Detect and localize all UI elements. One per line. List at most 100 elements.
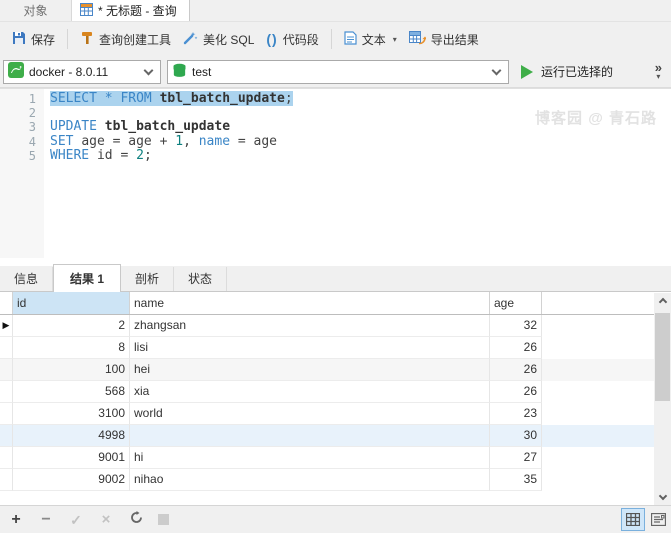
database-name: test <box>192 64 212 79</box>
save-icon <box>12 31 26 48</box>
sql-token: name <box>198 133 231 149</box>
query-builder-label: 查询创建工具 <box>99 32 172 47</box>
snippet-button[interactable]: () 代码段 <box>260 27 324 52</box>
line-number: 2 <box>28 106 36 121</box>
export-result-button[interactable]: 导出结果 <box>403 26 485 52</box>
scroll-down-icon[interactable] <box>654 490 671 505</box>
beautify-sql-label: 美化 SQL <box>203 32 255 47</box>
table-row[interactable]: 3100 world 23 <box>0 403 671 425</box>
cell-name[interactable]: hei <box>130 359 490 381</box>
tab-result-1-label: 结果 1 <box>70 272 105 286</box>
toolbar-overflow-button[interactable]: » ▾ <box>655 61 662 81</box>
cell-name[interactable]: nihao <box>130 469 490 491</box>
cell-id[interactable]: 100 <box>13 359 130 381</box>
cell-id[interactable]: 4998 <box>13 425 130 447</box>
scroll-up-icon[interactable] <box>654 293 671 308</box>
tab-profile[interactable]: 剖析 <box>121 267 175 291</box>
cell-name[interactable] <box>130 425 490 447</box>
chevron-down-icon <box>491 65 502 75</box>
table-row[interactable]: 4998 30 <box>0 425 671 447</box>
sql-token: SET <box>50 133 82 149</box>
play-icon <box>521 64 533 79</box>
cell-id[interactable]: 3100 <box>13 403 130 425</box>
cell-id[interactable]: 2 <box>13 315 130 337</box>
sql-token: WHERE <box>50 147 97 163</box>
cell-id[interactable]: 9002 <box>13 469 130 491</box>
table-row[interactable]: 9002 nihao 35 <box>0 469 671 491</box>
connection-bar: docker - 8.0.11 test 运行已选择的 » ▾ <box>0 56 671 88</box>
row-selector[interactable] <box>0 381 13 403</box>
sql-token: ; <box>284 91 293 106</box>
refresh-button[interactable] <box>128 511 144 526</box>
database-select[interactable]: test <box>167 59 509 84</box>
code-line[interactable]: WHERE id = 2; <box>50 147 671 163</box>
result-rows: ▶ 2 zhangsan 32 8 lisi 26 100 hei 26 568 xia 26 3100 w… <box>0 315 671 491</box>
vertical-scrollbar[interactable] <box>654 293 671 505</box>
cell-age[interactable]: 32 <box>490 315 542 337</box>
cell-age[interactable]: 26 <box>490 381 542 403</box>
cell-age[interactable]: 35 <box>490 469 542 491</box>
tab-info[interactable]: 信息 <box>0 267 54 291</box>
column-header-age[interactable]: age <box>490 292 542 314</box>
grid-view-button[interactable] <box>621 508 645 531</box>
tab-info-label: 信息 <box>14 272 39 286</box>
line-number: 1 <box>28 92 36 106</box>
table-row[interactable]: ▶ 2 zhangsan 32 <box>0 315 671 337</box>
tab-status[interactable]: 状态 <box>174 267 228 291</box>
cell-name[interactable]: world <box>130 403 490 425</box>
save-button[interactable]: 保存 <box>6 27 61 52</box>
sql-editor[interactable]: 12345 SELECT * FROM tbl_batch_update; UPD… <box>0 88 671 258</box>
cell-age[interactable]: 27 <box>490 447 542 469</box>
cell-age[interactable]: 26 <box>490 359 542 381</box>
apply-changes-button[interactable]: ✓ <box>68 513 84 527</box>
add-record-button[interactable]: + <box>8 511 24 527</box>
scrollbar-thumb[interactable] <box>655 313 670 401</box>
row-selector[interactable] <box>0 469 13 491</box>
row-selector[interactable] <box>0 425 13 447</box>
cell-id[interactable]: 568 <box>13 381 130 403</box>
toolbar-separator <box>67 29 69 49</box>
query-builder-button[interactable]: 查询创建工具 <box>74 27 177 52</box>
delete-record-button[interactable]: − <box>38 511 54 527</box>
run-selected-button[interactable]: 运行已选择的 <box>521 63 613 80</box>
row-selector[interactable] <box>0 359 13 381</box>
text-document-icon <box>344 30 357 48</box>
cell-id[interactable]: 8 <box>13 337 130 359</box>
beautify-sql-button[interactable]: 美化 SQL <box>177 27 260 52</box>
row-selector[interactable] <box>0 403 13 425</box>
line-numbers: 12345 <box>0 89 44 258</box>
cell-name[interactable]: hi <box>130 447 490 469</box>
row-selector[interactable] <box>0 337 13 359</box>
table-row[interactable]: 100 hei 26 <box>0 359 671 381</box>
tab-objects[interactable]: 对象 <box>0 0 72 21</box>
code-line[interactable]: SELECT * FROM tbl_batch_update; <box>50 91 671 106</box>
code-line[interactable]: SET age = age + 1, name = age <box>50 133 671 149</box>
row-selector[interactable]: ▶ <box>0 315 13 337</box>
cell-name[interactable]: lisi <box>130 337 490 359</box>
header-row-selector[interactable] <box>0 292 13 314</box>
table-row[interactable]: 8 lisi 26 <box>0 337 671 359</box>
cell-name[interactable]: xia <box>130 381 490 403</box>
sql-token: ; <box>143 147 152 163</box>
tab-result-1[interactable]: 结果 1 <box>53 264 122 292</box>
cell-age[interactable]: 30 <box>490 425 542 447</box>
discard-changes-button[interactable]: × <box>98 512 114 527</box>
table-row[interactable]: 9001 hi 27 <box>0 447 671 469</box>
cell-age[interactable]: 23 <box>490 403 542 425</box>
text-mode-dropdown-icon[interactable]: ▾ <box>393 35 397 44</box>
column-header-name[interactable]: name <box>130 292 490 314</box>
cell-age[interactable]: 26 <box>490 337 542 359</box>
sql-token: 1 <box>175 133 184 149</box>
mysql-connection-icon <box>8 62 24 81</box>
tab-profile-label: 剖析 <box>135 272 160 286</box>
column-header-id[interactable]: id <box>13 292 130 314</box>
tab-query[interactable]: * 无标题 - 查询 <box>72 0 190 21</box>
text-mode-button[interactable]: 文本 ▾ <box>338 27 403 52</box>
form-view-button[interactable] <box>646 508 670 531</box>
connection-select[interactable]: docker - 8.0.11 <box>3 59 161 84</box>
table-row[interactable]: 568 xia 26 <box>0 381 671 403</box>
cell-name[interactable]: zhangsan <box>130 315 490 337</box>
stop-button[interactable] <box>158 514 169 525</box>
cell-id[interactable]: 9001 <box>13 447 130 469</box>
row-selector[interactable] <box>0 447 13 469</box>
